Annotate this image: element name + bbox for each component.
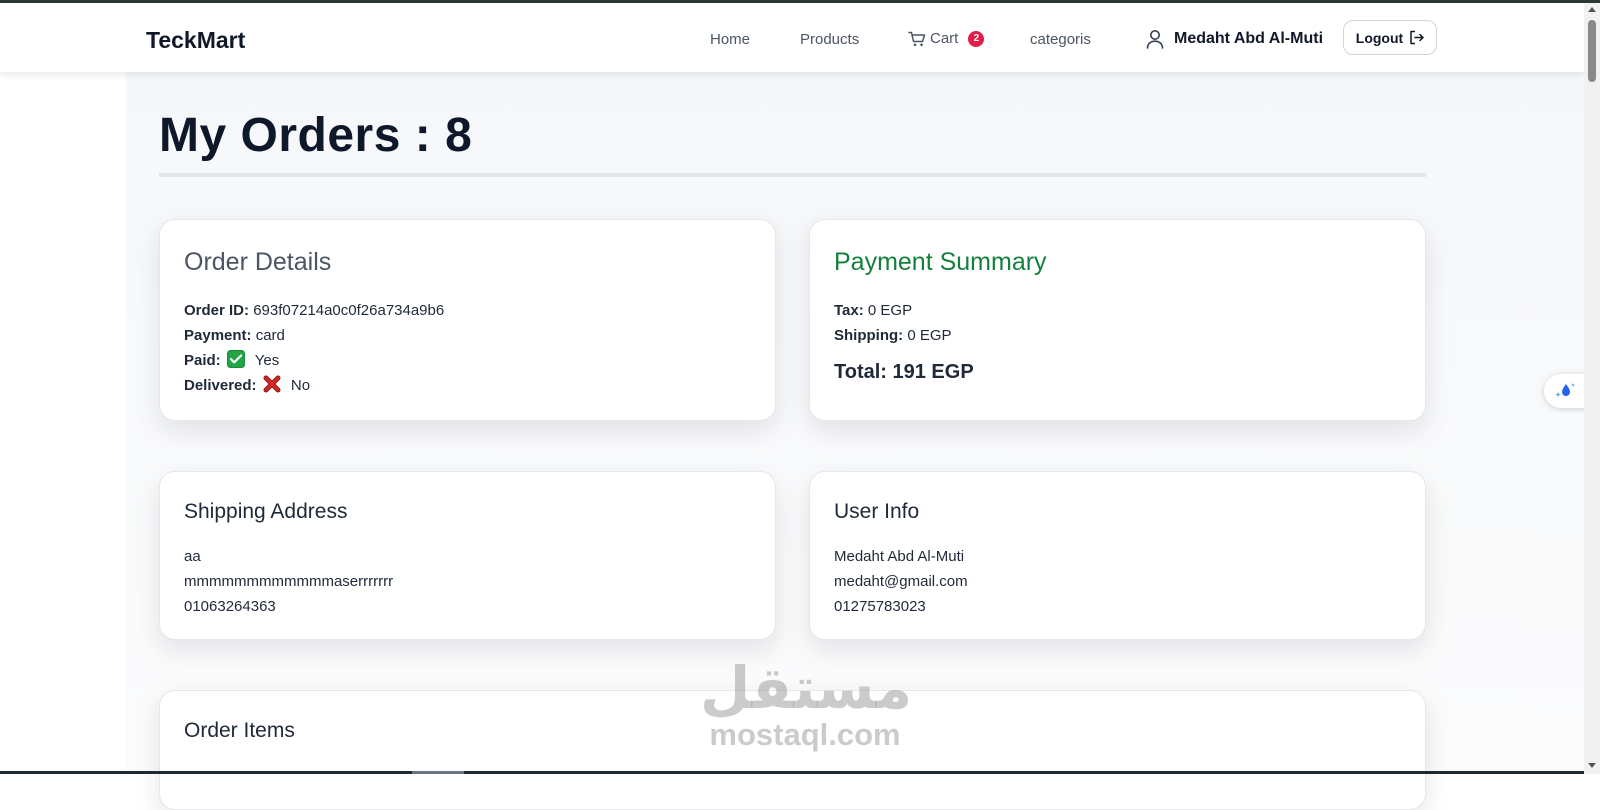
- payment-summary-heading: Payment Summary: [834, 248, 1047, 276]
- order-details-heading: Order Details: [184, 248, 332, 276]
- user-info-email: medaht@gmail.com: [834, 573, 968, 590]
- cart-label: Cart: [930, 30, 959, 47]
- paid-value: Yes: [254, 352, 280, 369]
- shipping-address-card: Shipping Address aa mmmmmmmmmmmmaserrrrr…: [159, 471, 776, 640]
- user-info-lines: Medaht Abd Al-Muti medaht@gmail.com 0127…: [834, 544, 968, 619]
- shipping-address-lines: aa mmmmmmmmmmmmaserrrrrrr 01063264363: [184, 544, 393, 619]
- scroll-down-arrow-icon[interactable]: [1588, 763, 1596, 768]
- payment-method-row: Payment: card: [184, 323, 444, 348]
- logout-button[interactable]: Logout: [1343, 20, 1437, 55]
- tax-value: 0 EGP: [867, 302, 913, 319]
- side-floating-widget[interactable]: [1544, 374, 1588, 408]
- scrollbar-thumb[interactable]: [1588, 20, 1596, 82]
- shipping-phone: 01063264363: [184, 598, 276, 615]
- nav-link-home[interactable]: Home: [710, 31, 750, 48]
- cart-icon: [908, 31, 926, 46]
- logout-label: Logout: [1355, 29, 1404, 46]
- watermark-arabic: مستقل: [700, 656, 913, 721]
- order-id-row: Order ID: 693f07214a0c0f26a734a9b6: [184, 298, 444, 323]
- check-mark-icon: [226, 350, 245, 368]
- user-info-heading: User Info: [834, 500, 920, 523]
- user-info-card: User Info Medaht Abd Al-Muti medaht@gmai…: [809, 471, 1426, 640]
- nav-link-cart[interactable]: Cart 2: [908, 30, 985, 47]
- shipping-cost-row: Shipping: 0 EGP: [834, 323, 952, 348]
- payment-method-label: Payment:: [184, 327, 252, 344]
- user-info-phone: 01275783023: [834, 598, 926, 615]
- shipping-address-line-2: mmmmmmmmmmmmaserrrrrrr: [184, 573, 394, 590]
- payment-summary-card: Payment Summary Tax: 0 EGP Shipping: 0 E…: [809, 219, 1426, 421]
- order-id-value: 693f07214a0c0f26a734a9b6: [253, 302, 445, 319]
- sparkle-drop-icon: [1555, 383, 1575, 398]
- payment-summary-rows: Tax: 0 EGP Shipping: 0 EGP: [834, 298, 952, 348]
- paid-label: Paid:: [184, 352, 221, 369]
- shipping-address-line-1: aa: [184, 548, 201, 565]
- user-info-name: Medaht Abd Al-Muti: [834, 548, 965, 565]
- page-scrollbar[interactable]: [1584, 3, 1600, 774]
- order-details-rows: Order ID: 693f07214a0c0f26a734a9b6 Payme…: [184, 298, 444, 398]
- user-icon: [1146, 30, 1164, 49]
- tax-label: Tax:: [834, 302, 864, 319]
- shipping-address-heading: Shipping Address: [184, 500, 348, 523]
- shipping-cost-value: 0 EGP: [907, 327, 952, 344]
- shipping-cost-label: Shipping:: [834, 327, 904, 344]
- scroll-up-arrow-icon[interactable]: [1588, 7, 1596, 12]
- cross-mark-icon: [263, 375, 281, 393]
- delivered-row: Delivered: No: [184, 373, 444, 398]
- logout-icon: [1410, 30, 1424, 45]
- order-id-label: Order ID:: [184, 302, 250, 319]
- navbar: TeckMart Home Products Cart 2 categoris …: [0, 3, 1584, 72]
- tax-row: Tax: 0 EGP: [834, 298, 952, 323]
- page-title: My Orders : 8: [159, 109, 473, 162]
- order-items-heading: Order Items: [184, 719, 295, 742]
- cart-count-badge: 2: [968, 30, 985, 47]
- watermark-latin: mostaql.com: [709, 717, 901, 752]
- user-name[interactable]: Medaht Abd Al-Muti: [1174, 30, 1323, 48]
- delivered-label: Delivered:: [184, 377, 257, 394]
- order-details-card: Order Details Order ID: 693f07214a0c0f26…: [159, 219, 776, 421]
- brand-logo[interactable]: TeckMart: [146, 27, 245, 54]
- payment-method-value: card: [255, 327, 285, 344]
- nav-link-categories[interactable]: categoris: [1030, 31, 1091, 48]
- order-total: Total: 191 EGP: [834, 361, 974, 383]
- mostaql-watermark: مستقل mostaql.com: [700, 656, 913, 752]
- delivered-value: No: [290, 377, 311, 394]
- title-divider: [159, 173, 1426, 177]
- paid-row: Paid: Yes: [184, 348, 444, 373]
- nav-link-products[interactable]: Products: [800, 31, 859, 48]
